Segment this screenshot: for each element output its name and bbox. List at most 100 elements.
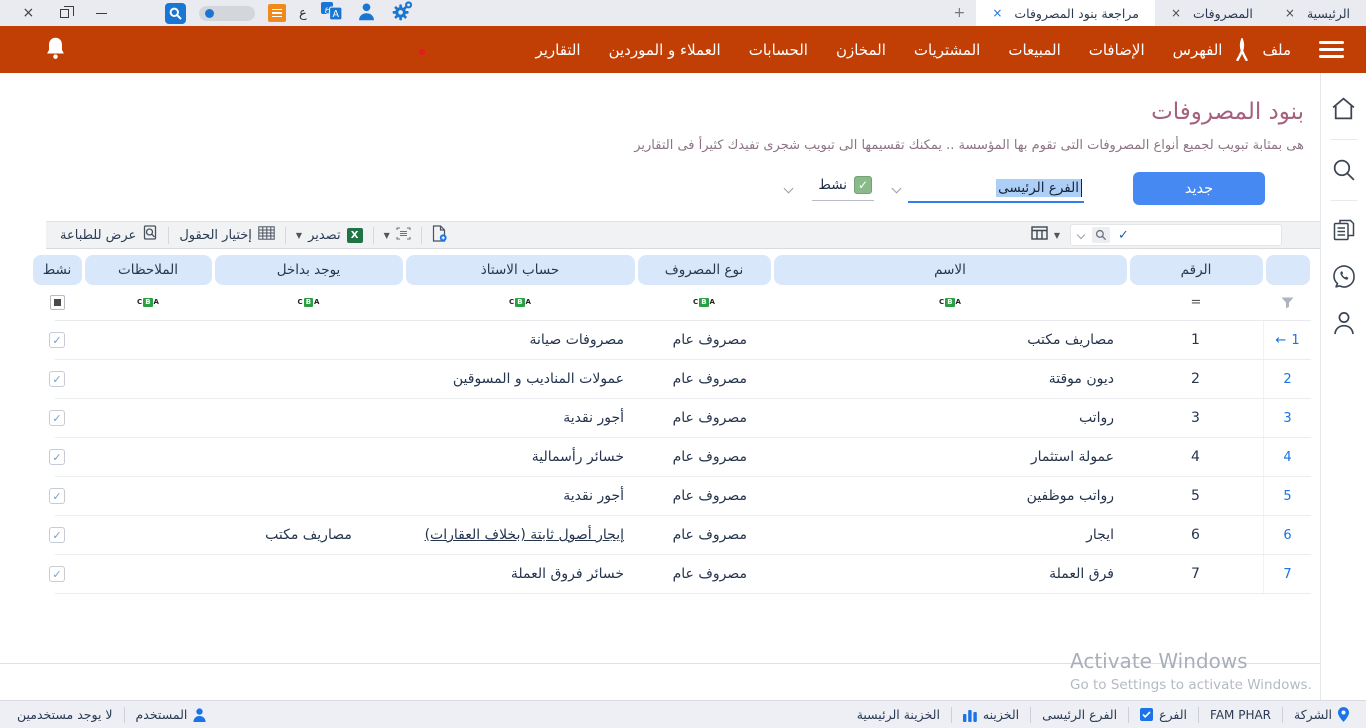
column-header-empty[interactable] [1266, 255, 1310, 285]
table-row[interactable]: ←11مصاريف مكتبمصروف عاممصروفات صيانة✓ [55, 321, 1311, 360]
active-row-checkbox[interactable]: ✓ [49, 332, 65, 348]
table-row[interactable]: 77فرق العملةمصروف عامخسائر فروق العملة✓ [55, 555, 1311, 594]
filter-funnel-icon[interactable] [1264, 285, 1311, 320]
filter-abc-icon[interactable]: ABC [213, 285, 404, 320]
table-row[interactable]: 22ديون موقتةمصروف عامعمولات المناديب و ا… [55, 360, 1311, 399]
active-row-checkbox[interactable]: ✓ [49, 527, 65, 543]
export-button[interactable]: X تصدير ▼ [296, 228, 363, 243]
column-header-4[interactable]: نوع المصروف [638, 255, 771, 285]
row-index[interactable]: 5 [1264, 477, 1311, 515]
notifications-bell-icon[interactable] [42, 35, 69, 67]
cell-ledger-account: عمولات المناديب و المسوقين [404, 360, 636, 398]
menu-item-2[interactable]: الفهرس [1159, 41, 1237, 59]
filter-equals-icon[interactable]: = [1128, 285, 1264, 320]
print-preview-button[interactable]: عرض للطباعة [60, 225, 158, 245]
chevron-down-icon[interactable] [1077, 231, 1085, 239]
row-index[interactable]: 7 [1264, 555, 1311, 593]
translate-icon[interactable]: عA [320, 1, 343, 25]
table-row[interactable]: 44عمولة استثمارمصروف عامخسائر رأسمالية✓ [55, 438, 1311, 477]
status-item[interactable]: لا يوجد مستخدمين [6, 707, 124, 722]
menu-item-8[interactable]: العملاء و الموردين [595, 41, 735, 59]
search-icon[interactable] [165, 3, 186, 24]
statusbar: الشركةFAM PHARالفرعالفرع الرئيسىالخزينها… [0, 700, 1366, 728]
close-window-icon[interactable]: × [19, 4, 37, 22]
active-checkbox[interactable]: ✓ [854, 176, 872, 194]
active-filter[interactable]: ✓ نشط [812, 176, 874, 201]
documents-icon[interactable] [1329, 215, 1359, 245]
table-row[interactable]: 33رواتبمصروف عامأجور نقدية✓ [55, 399, 1311, 438]
filter-abc-icon[interactable]: ABC [83, 285, 213, 320]
new-tab-button[interactable]: + [942, 0, 976, 26]
status-item[interactable]: الشركة [1283, 707, 1360, 722]
tab-3[interactable]: مراجعة بنود المصروفات× [976, 0, 1155, 26]
status-item[interactable]: الخزينة الرئيسية [846, 707, 951, 722]
add-document-button[interactable] [432, 225, 448, 246]
chevron-down-icon[interactable] [892, 184, 902, 194]
column-header-8[interactable]: نشط [33, 255, 82, 285]
tab-1[interactable]: الرئيسية× [1269, 0, 1366, 26]
active-row-checkbox[interactable]: ✓ [49, 566, 65, 582]
menu-item-1[interactable]: ملف [1248, 41, 1305, 59]
menu-item-5[interactable]: المشتريات [900, 41, 994, 59]
menu-item-9[interactable]: التقارير [521, 41, 594, 59]
branch-select[interactable]: الفرع الرئيسى [908, 174, 1084, 203]
home-icon[interactable] [1329, 93, 1359, 123]
filter-select-all-checkbox[interactable] [31, 285, 83, 320]
row-index[interactable]: 4 [1264, 438, 1311, 476]
filter-abc-icon[interactable]: ABC [404, 285, 636, 320]
table-row[interactable]: 55رواتب موظفينمصروف عامأجور نقدية✓ [55, 477, 1311, 516]
language-letter[interactable]: ع [299, 6, 307, 21]
column-header-3[interactable]: الاسم [774, 255, 1127, 285]
separator [168, 227, 169, 244]
search-icon[interactable] [1329, 154, 1359, 184]
hamburger-menu-icon[interactable] [1305, 41, 1358, 58]
tab-close-icon[interactable]: × [1285, 6, 1295, 20]
row-index[interactable]: 2 [1264, 360, 1311, 398]
tab-close-icon[interactable]: × [992, 6, 1002, 20]
chevron-down-icon[interactable] [784, 184, 794, 194]
column-header-6[interactable]: يوجد بداخل [215, 255, 403, 285]
magnifier-icon[interactable] [1092, 227, 1110, 243]
active-row-checkbox[interactable]: ✓ [49, 449, 65, 465]
active-row-checkbox[interactable]: ✓ [49, 371, 65, 387]
row-index[interactable]: ←1 [1264, 321, 1311, 359]
profile-icon[interactable] [1329, 307, 1359, 337]
table-row[interactable]: 66ايجارمصروف عامإيجار أصول ثابتة (بخلاف … [55, 516, 1311, 555]
filter-abc-icon[interactable]: ABC [772, 285, 1128, 320]
status-item[interactable]: الفرع [1129, 707, 1198, 722]
whatsapp-icon[interactable] [1329, 261, 1359, 291]
column-header-5[interactable]: حساب الاستاذ [406, 255, 635, 285]
selection-box-button[interactable]: ▼ [384, 227, 411, 244]
row-index[interactable]: 3 [1264, 399, 1311, 437]
layout-chooser-button[interactable]: ▼ [1031, 226, 1060, 244]
tab-2[interactable]: المصروفات× [1155, 0, 1269, 26]
gear-icon[interactable] [390, 0, 413, 27]
active-row-checkbox[interactable]: ✓ [49, 488, 65, 504]
status-label: المستخدم [136, 707, 188, 722]
new-button[interactable]: جديد [1133, 172, 1265, 205]
minimize-window-icon[interactable] [93, 4, 111, 22]
restore-window-icon[interactable] [56, 4, 74, 22]
cell-name: ايجار [772, 516, 1128, 554]
cell-ledger-account[interactable]: إيجار أصول ثابتة (بخلاف العقارات) [404, 516, 636, 554]
menu-item-3[interactable]: الإضافات [1075, 41, 1159, 59]
menu-item-6[interactable]: المخازن [822, 41, 900, 59]
tab-close-icon[interactable]: × [1171, 6, 1181, 20]
choose-fields-button[interactable]: إختيار الحقول [179, 226, 275, 244]
status-item[interactable]: المستخدم [125, 707, 218, 722]
menu-item-4[interactable]: المبيعات [994, 41, 1074, 59]
user-icon[interactable] [356, 1, 377, 26]
menu-item-7[interactable]: الحسابات [735, 41, 822, 59]
row-index[interactable]: 6 [1264, 516, 1311, 554]
filter-abc-icon[interactable]: ABC [636, 285, 772, 320]
active-row-checkbox[interactable]: ✓ [49, 410, 65, 426]
column-header-2[interactable]: الرقم [1130, 255, 1263, 285]
status-item[interactable]: FAM PHAR [1199, 708, 1282, 722]
status-item[interactable]: الفرع الرئيسى [1031, 707, 1128, 722]
table-search-input[interactable]: ✓ [1070, 224, 1282, 246]
toggle-switch[interactable] [199, 6, 255, 21]
apply-check-icon[interactable]: ✓ [1118, 228, 1129, 243]
status-item[interactable]: الخزينه [952, 707, 1030, 722]
column-header-7[interactable]: الملاحظات [85, 255, 212, 285]
list-icon[interactable] [268, 4, 286, 22]
